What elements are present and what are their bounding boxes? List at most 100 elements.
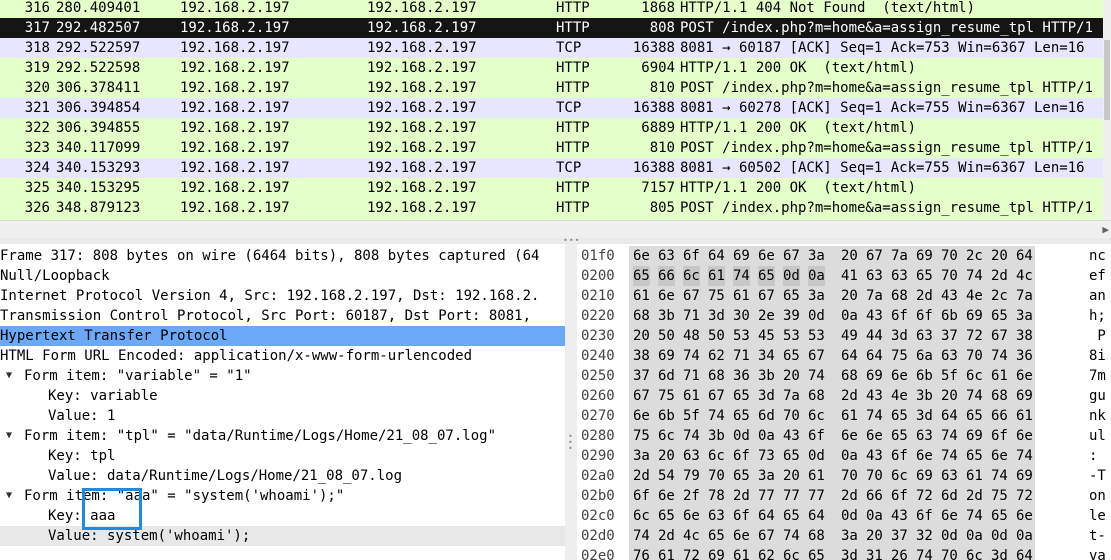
hex-byte[interactable]: 61 <box>733 546 750 560</box>
hex-byte[interactable]: 6c <box>783 546 800 560</box>
hex-byte[interactable]: 68 <box>708 366 725 386</box>
detail-row[interactable]: Internet Protocol Version 4, Src: 192.16… <box>0 286 565 306</box>
hex-byte[interactable]: 70 <box>866 466 883 486</box>
hex-bytes[interactable]: 38 69 74 62 71 34 65 67 64 64 75 6a 63 70 74 36 <box>629 346 1035 366</box>
hex-byte[interactable]: 36 <box>733 366 750 386</box>
packet-row[interactable]: 316 280.409401 192.168.2.197 192.168.2.197 H… <box>0 0 1111 18</box>
hex-byte[interactable]: 5f <box>941 366 958 386</box>
hex-byte[interactable]: 7a <box>891 246 908 266</box>
hex-byte[interactable]: 48 <box>683 326 700 346</box>
hex-byte[interactable]: 67 <box>783 246 800 266</box>
hex-byte[interactable]: 63 <box>708 506 725 526</box>
hex-byte[interactable]: 63 <box>916 426 933 446</box>
hex-byte[interactable]: 74 <box>866 406 883 426</box>
hex-byte[interactable]: 6e <box>633 406 650 426</box>
packet-row[interactable]: 323 340.117099 192.168.2.197 192.168.2.197 H… <box>0 138 1111 158</box>
hex-byte[interactable]: 20 <box>633 326 650 346</box>
hex-byte[interactable]: 61 <box>708 266 725 286</box>
hex-byte[interactable]: 4e <box>966 286 983 306</box>
hex-byte[interactable]: 3a <box>808 286 825 306</box>
packet-row[interactable]: 322 306.394855 192.168.2.197 192.168.2.197 H… <box>0 118 1111 138</box>
hex-byte[interactable]: 43 <box>866 446 883 466</box>
hex-byte[interactable]: 73 <box>758 446 775 466</box>
hex-byte[interactable]: 65 <box>891 426 908 446</box>
hex-byte[interactable]: 70 <box>841 466 858 486</box>
packet-row[interactable]: 318 292.522597 192.168.2.197 192.168.2.197 T… <box>0 38 1111 58</box>
hex-byte[interactable]: 74 <box>991 466 1008 486</box>
hex-byte[interactable]: 77 <box>783 486 800 506</box>
hex-byte[interactable]: 67 <box>633 386 650 406</box>
hex-byte[interactable]: 0a <box>758 426 775 446</box>
hex-byte[interactable]: 50 <box>708 326 725 346</box>
packet-list-vertical-scrollbar[interactable] <box>1103 0 1111 220</box>
detail-row[interactable]: Frame 317: 808 bytes on wire (6464 bits)… <box>0 246 565 266</box>
hex-byte[interactable]: 61 <box>683 386 700 406</box>
hex-byte[interactable]: 2c <box>966 246 983 266</box>
hex-byte[interactable]: 68 <box>808 386 825 406</box>
hex-byte[interactable]: 3b <box>708 426 725 446</box>
hex-byte[interactable]: 6a <box>916 346 933 366</box>
hex-byte[interactable]: 74 <box>941 426 958 446</box>
scroll-right-arrow-icon[interactable]: ▶ <box>1102 223 1109 236</box>
hex-byte[interactable]: 63 <box>916 326 933 346</box>
hex-byte[interactable]: 74 <box>966 386 983 406</box>
hex-byte[interactable]: 6e <box>1016 506 1033 526</box>
hex-bytes[interactable]: 65 66 6c 61 74 65 0d 0a 41 63 63 65 70 74 2d 4c <box>629 266 1035 286</box>
hex-byte[interactable]: 6e <box>941 506 958 526</box>
hex-byte[interactable]: 36 <box>1016 346 1033 366</box>
hex-byte[interactable]: 75 <box>991 486 1008 506</box>
hex-byte[interactable]: 3d <box>758 386 775 406</box>
hex-byte[interactable]: 63 <box>941 346 958 366</box>
hex-byte[interactable]: 0d <box>808 306 825 326</box>
hex-byte[interactable]: 64 <box>841 346 858 366</box>
hex-byte[interactable]: 3b <box>658 306 675 326</box>
hex-byte[interactable]: 71 <box>683 306 700 326</box>
hex-byte[interactable]: 65 <box>991 306 1008 326</box>
hex-byte[interactable]: 6f <box>683 246 700 266</box>
hex-byte[interactable]: 2d <box>841 486 858 506</box>
hex-byte[interactable]: 6e <box>658 486 675 506</box>
hex-byte[interactable]: 72 <box>966 326 983 346</box>
hex-byte[interactable]: 3a <box>633 446 650 466</box>
packet-list-horizontal-scrollbar[interactable]: ▶ <box>0 220 1111 239</box>
hex-byte[interactable]: 66 <box>991 406 1008 426</box>
hex-byte[interactable]: 3b <box>916 386 933 406</box>
hex-byte[interactable]: 74 <box>783 526 800 546</box>
hex-byte[interactable]: 6e <box>1016 426 1033 446</box>
hex-byte[interactable]: 66 <box>658 266 675 286</box>
hex-bytes[interactable]: 37 6d 71 68 36 3b 20 74 68 69 6e 6b 5f 6c 61 6e <box>629 366 1035 386</box>
bytes-row[interactable]: 0270 6e 6b 5f 74 65 6d 70 6c 61 74 65 3d 64 65 66 61 nk <box>577 406 1111 426</box>
hex-byte[interactable]: 0a <box>808 266 825 286</box>
hex-byte[interactable]: 2d <box>633 466 650 486</box>
hex-byte[interactable]: 67 <box>866 246 883 266</box>
hex-byte[interactable]: 53 <box>733 326 750 346</box>
hex-byte[interactable]: 65 <box>966 446 983 466</box>
hex-byte[interactable]: 74 <box>966 266 983 286</box>
detail-row[interactable]: Hypertext Transfer Protocol <box>0 326 565 346</box>
hex-byte[interactable]: 65 <box>916 266 933 286</box>
hex-byte[interactable]: 0a <box>866 506 883 526</box>
hex-byte[interactable]: 6f <box>991 426 1008 446</box>
expand-toggle-icon[interactable]: ▼ <box>6 366 12 386</box>
hex-byte[interactable]: 20 <box>941 386 958 406</box>
hex-byte[interactable]: 67 <box>758 526 775 546</box>
hex-byte[interactable]: 43 <box>866 386 883 406</box>
hex-byte[interactable]: 74 <box>683 426 700 446</box>
hex-byte[interactable]: 31 <box>866 546 883 560</box>
hex-byte[interactable]: 74 <box>916 546 933 560</box>
hex-byte[interactable]: 0a <box>1016 526 1033 546</box>
hex-byte[interactable]: 72 <box>683 546 700 560</box>
hex-byte[interactable]: 67 <box>708 386 725 406</box>
hex-byte[interactable]: 67 <box>758 286 775 306</box>
hex-byte[interactable]: 43 <box>783 426 800 446</box>
hex-byte[interactable]: 6c <box>658 426 675 446</box>
hex-byte[interactable]: 74 <box>633 526 650 546</box>
hex-byte[interactable]: 50 <box>658 326 675 346</box>
hex-byte[interactable]: 20 <box>783 466 800 486</box>
hex-byte[interactable]: 61 <box>733 286 750 306</box>
hex-byte[interactable]: 4c <box>1016 266 1033 286</box>
packet-row[interactable]: 319 292.522598 192.168.2.197 192.168.2.197 H… <box>0 58 1111 78</box>
hex-byte[interactable]: 2e <box>758 306 775 326</box>
hex-byte[interactable]: 71 <box>733 346 750 366</box>
hex-byte[interactable]: 65 <box>783 446 800 466</box>
